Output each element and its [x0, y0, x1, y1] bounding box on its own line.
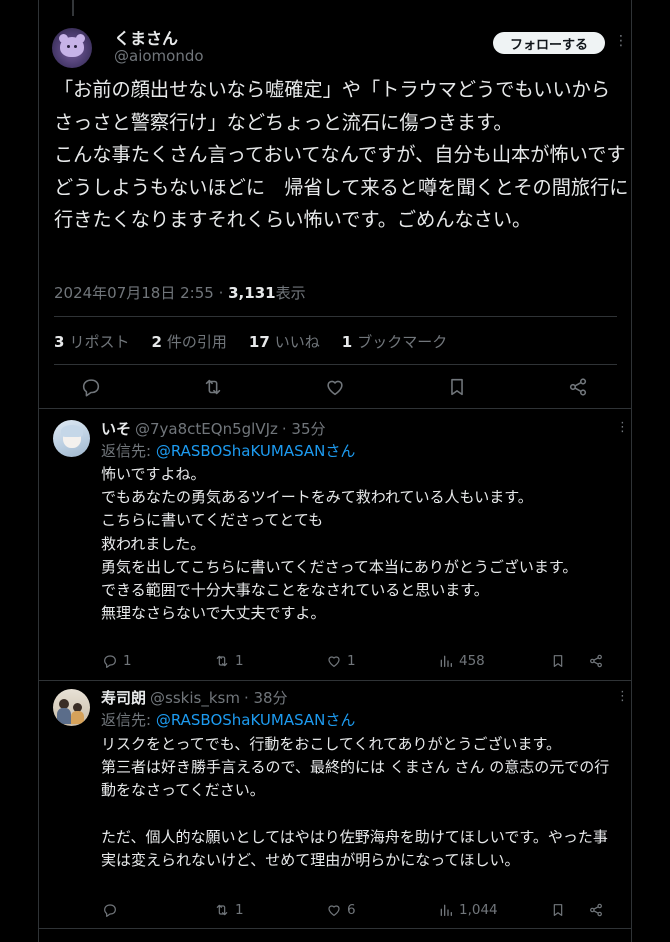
reply-text: 怖いですよね。 でもあなたの勇気あるツイートをみて救われている人もいます。 こち… [101, 465, 578, 623]
like-count: 1 [347, 653, 356, 669]
meta-separator: · [213, 284, 229, 302]
reply-button[interactable]: 1 [102, 653, 132, 669]
bookmark-icon [553, 904, 563, 916]
author-name[interactable]: くまさん [114, 25, 178, 49]
tweet-meta: 2024年07月18日 2:55 · 3,131表示 [54, 282, 306, 303]
tweet-text: 「お前の顔出せないなら嘘確定」や「トラウマどうでもいいからさっさと警察行け」など… [54, 78, 629, 232]
reply-context: 返信先: @RASBOShaKUMASANさん [101, 711, 356, 729]
bookmark-button[interactable] [550, 653, 566, 669]
divider [54, 316, 617, 317]
more-icon[interactable]: ⋮ [614, 33, 628, 49]
share-icon [590, 654, 602, 668]
stat-quotes[interactable]: 2 件の引用 [151, 331, 226, 352]
reply-avatar[interactable] [53, 420, 90, 457]
reply-time: · 35分 [281, 420, 326, 438]
reply-avatar[interactable] [53, 689, 90, 726]
share-button[interactable] [588, 902, 604, 918]
reply-icon[interactable] [80, 376, 102, 398]
reply-handle: @sskis_ksm [150, 689, 240, 707]
reply-time: · 38分 [243, 689, 288, 707]
views-count: 3,131 [228, 284, 276, 302]
reply-mention[interactable]: @RASBOShaKUMASANさん [156, 711, 356, 729]
share-icon[interactable] [567, 376, 589, 398]
tweet-timestamp[interactable]: 2024年07月18日 2:55 [54, 284, 214, 302]
retweet-count: 1 [235, 653, 244, 669]
like-count: 6 [347, 902, 356, 918]
share-icon [590, 903, 602, 917]
like-icon[interactable] [324, 376, 346, 398]
retweet-count: 1 [235, 902, 244, 918]
retweet-icon [216, 655, 228, 667]
divider [54, 364, 617, 365]
stat-likes[interactable]: 17 いいね [249, 331, 320, 352]
author-handle[interactable]: @aiomondo [114, 47, 204, 65]
views-icon [440, 655, 452, 667]
thread-connector-line [72, 0, 74, 16]
stat-retweets[interactable]: 3 リポスト [54, 331, 129, 352]
views-count: 1,044 [459, 902, 498, 918]
views-button[interactable]: 458 [438, 653, 485, 669]
reply-handle: @7ya8ctEQn5glVJz [135, 420, 278, 438]
reply-tweet[interactable]: 寿司朗 @sskis_ksm · 38分 ⋮ 返信先: @RASBOShaKUMAS… [39, 680, 631, 928]
divider [39, 928, 631, 929]
author-avatar[interactable] [52, 28, 92, 68]
like-icon [328, 905, 340, 916]
reply-context: 返信先: @RASBOShaKUMASANさん [101, 442, 356, 460]
bookmark-icon [553, 655, 563, 667]
retweet-button[interactable]: 1 [214, 902, 244, 918]
reply-author[interactable]: いそ @7ya8ctEQn5glVJz · 35分 [101, 418, 326, 439]
reply-author[interactable]: 寿司朗 @sskis_ksm · 38分 [101, 687, 288, 708]
stat-bookmarks[interactable]: 1 ブックマーク [342, 331, 447, 352]
reply-text: リスクをとってでも、行動をおこしてくれてありがとうございます。 第三者は好き勝手… [101, 735, 610, 870]
more-icon[interactable]: ⋮ [616, 420, 629, 435]
reply-icon [104, 655, 116, 668]
views-icon [440, 904, 452, 916]
follow-button[interactable]: フォローする [493, 32, 605, 54]
retweet-button[interactable]: 1 [214, 653, 244, 669]
reply-icon [104, 904, 116, 917]
share-button[interactable] [588, 653, 604, 669]
views-button[interactable]: 1,044 [438, 902, 498, 918]
tweet-actions [0, 376, 670, 400]
views-label: 表示 [275, 284, 306, 302]
more-icon[interactable]: ⋮ [616, 689, 629, 704]
retweet-icon[interactable] [202, 376, 224, 398]
engagement-stats: 3 リポスト 2 件の引用 17 いいね 1 ブックマーク [54, 331, 469, 352]
bookmark-icon[interactable] [446, 376, 468, 398]
reply-count: 1 [123, 653, 132, 669]
reply-tweet[interactable]: いそ @7ya8ctEQn5glVJz · 35分 ⋮ 返信先: @RASBOSha… [39, 408, 631, 682]
retweet-icon [216, 904, 228, 916]
like-button[interactable]: 1 [326, 653, 356, 669]
bookmark-button[interactable] [550, 902, 566, 918]
reply-actions: 1 1 1 458 [39, 653, 631, 673]
like-button[interactable]: 6 [326, 902, 356, 918]
views-count: 458 [459, 653, 485, 669]
reply-mention[interactable]: @RASBOShaKUMASANさん [156, 442, 356, 460]
reply-actions: 1 6 1,044 [39, 902, 631, 922]
reply-button[interactable] [102, 902, 123, 918]
like-icon [328, 656, 340, 667]
